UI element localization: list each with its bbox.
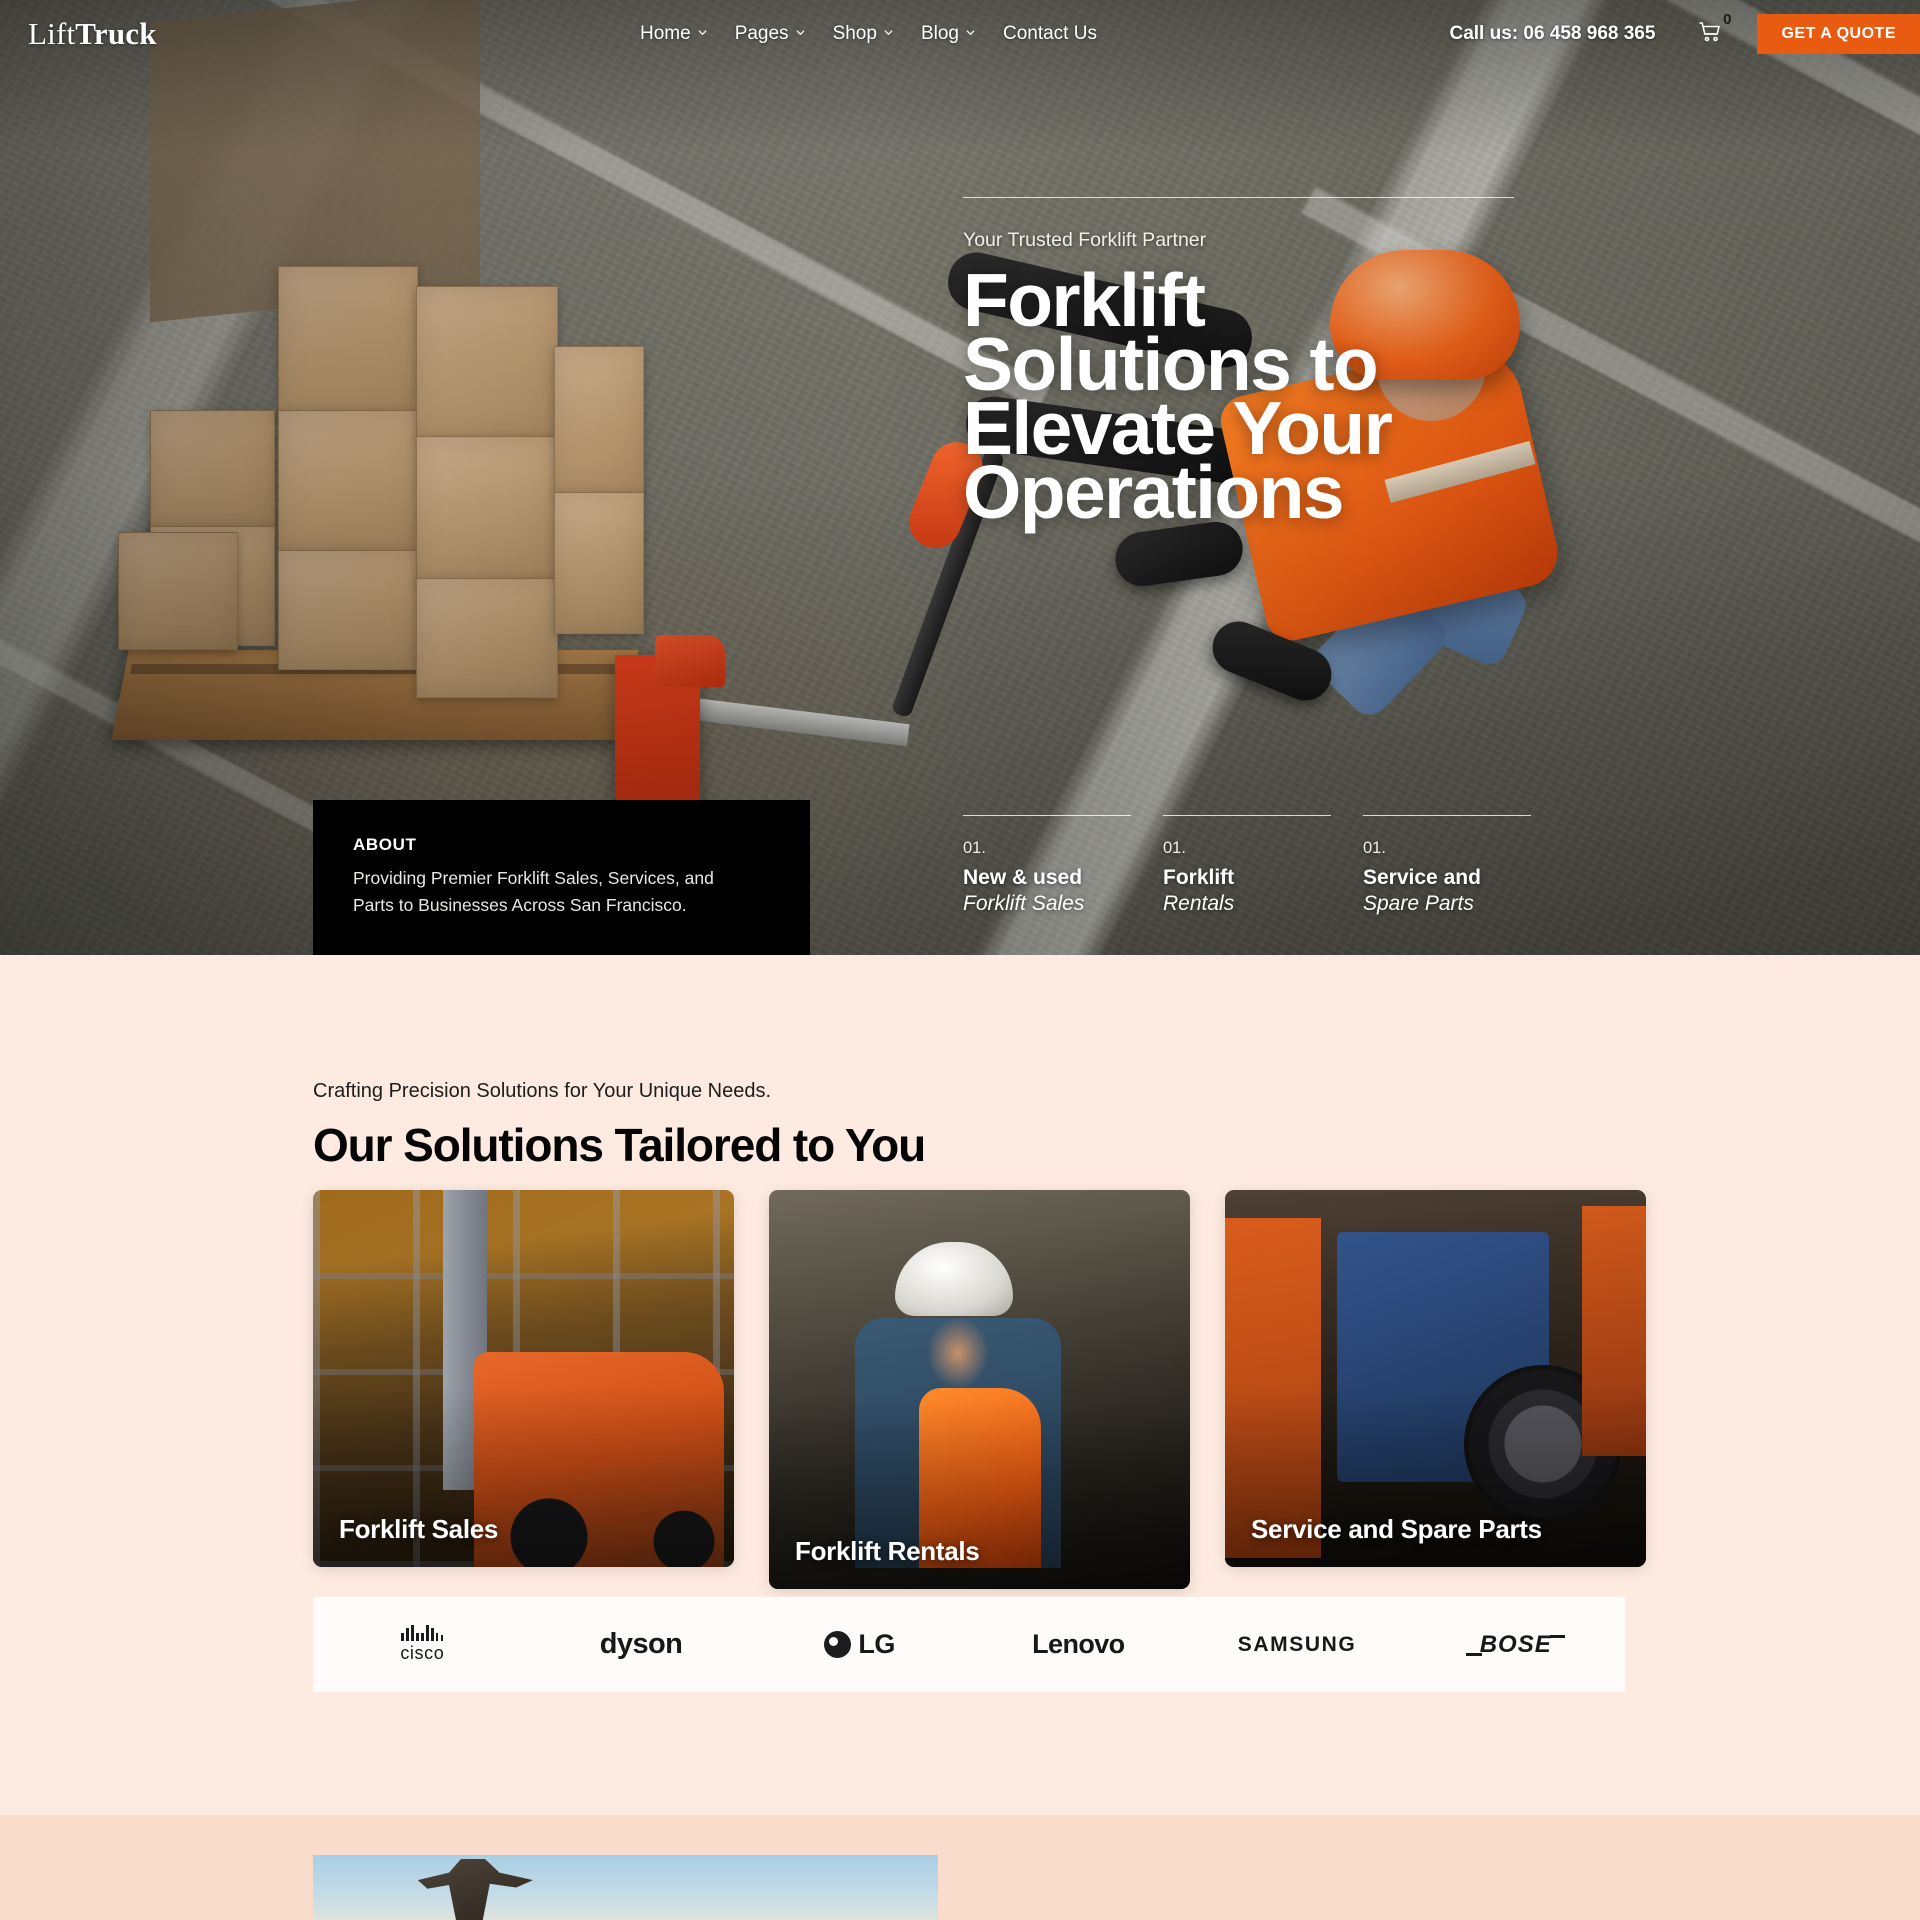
hero-feature-item[interactable]: 01. Forklift Rentals [1163,815,1363,916]
solution-card-service-spare-parts[interactable]: Service and Spare Parts [1225,1190,1646,1567]
solution-card-forklift-rentals[interactable]: Forklift Rentals [769,1190,1190,1589]
brand-name: BOSE [1465,1630,1565,1658]
nav-item-shop[interactable]: Shop [833,23,893,45]
about-label: ABOUT [353,835,417,854]
brand-logo-cisco[interactable]: cisco [313,1625,532,1664]
card-gradient-overlay [1225,1190,1646,1567]
feature-divider [1363,815,1531,816]
solutions-eyebrow: Crafting Precision Solutions for Your Un… [313,1080,772,1102]
nav-item-pages[interactable]: Pages [735,23,805,45]
solutions-heading-block: Crafting Precision Solutions for Your Un… [313,1080,1625,1172]
nav-item-contact-us[interactable]: Contact Us [1003,23,1097,45]
hero-feature-item[interactable]: 01. New & used Forklift Sales [963,815,1163,916]
brand-logo-lenovo[interactable]: Lenovo [969,1629,1188,1660]
next-section-image [313,1855,938,1920]
hero-divider [963,197,1514,198]
hero-feature-item[interactable]: 01. Service and Spare Parts [1363,815,1563,916]
nav-label: Shop [832,23,877,44]
feature-title-line-1: Service and [1363,866,1481,889]
feature-title-line-1: Forklift [1163,866,1235,889]
cart-button[interactable]: 0 [1693,11,1731,51]
feature-title-line-2: Forklift Sales [963,892,1085,915]
brand-logo-dyson[interactable]: dyson [532,1628,751,1661]
card-label: Forklift Rentals [795,1536,980,1566]
solution-card-forklift-sales[interactable]: Forklift Sales [313,1190,734,1567]
site-logo[interactable]: LiftTruck [28,16,157,52]
hero-overlay [0,0,1920,955]
about-panel: ABOUT Providing Premier Forklift Sales, … [313,800,810,955]
brand-name: SAMSUNG [1237,1632,1357,1656]
brand-name: dyson [599,1628,683,1660]
card-label: Service and Spare Parts [1251,1514,1542,1544]
chevron-down-icon [796,28,805,37]
solutions-card-grid: Forklift Sales Forklift Rentals Service … [313,1190,1646,1589]
hero-title-line-4: Operations [963,450,1345,535]
brand-name: cisco [400,1643,445,1663]
feature-title-line-1: New & used [963,866,1083,889]
brand-name: LG [858,1629,895,1659]
top-navigation-bar: LiftTruck Home Pages Shop Blog Contact U… [0,0,1920,68]
nav-item-home[interactable]: Home [640,23,707,45]
cisco-bars-icon [401,1625,444,1641]
nav-label: Pages [734,23,789,44]
brand-logo-bose[interactable]: BOSE [1406,1631,1625,1659]
feature-divider [963,815,1131,816]
get-a-quote-button[interactable]: GET A QUOTE [1757,14,1920,54]
hero-title: Forklift Solutions to Elevate Your Opera… [963,262,1583,535]
chevron-down-icon [884,28,893,37]
card-label: Forklift Sales [339,1514,499,1544]
cart-count-badge: 0 [1723,11,1732,28]
hero-feature-list: 01. New & used Forklift Sales 01. Forkli… [963,815,1563,916]
brand-logo-strip: cisco dyson LG Lenovo SAMSUNG BOSE [313,1597,1625,1692]
hero-section: LiftTruck Home Pages Shop Blog Contact U… [0,0,1920,955]
hero-eyebrow: Your Trusted Forklift Partner [963,229,1207,251]
nav-label: Home [640,23,691,44]
shopping-cart-icon [1698,20,1722,49]
brand-logo-samsung[interactable]: SAMSUNG [1188,1633,1407,1657]
feature-divider [1163,815,1331,816]
chevron-down-icon [966,28,975,37]
brand-logo-lg[interactable]: LG [750,1629,969,1660]
solutions-title: Our Solutions Tailored to You [313,1119,926,1171]
card-gradient-overlay [313,1190,734,1567]
logo-text-lift: Lift [28,16,76,51]
primary-menu: Home Pages Shop Blog Contact Us [640,0,1097,68]
feature-number: 01. [1363,839,1386,857]
nav-label: Blog [920,23,959,44]
brand-name: Lenovo [1032,1629,1125,1659]
feature-title-line-2: Spare Parts [1363,892,1474,915]
feature-title-line-2: Rentals [1163,892,1235,915]
chevron-down-icon [698,28,707,37]
card-gradient-overlay [769,1190,1190,1589]
lg-face-icon [824,1631,852,1658]
feature-number: 01. [1163,839,1186,857]
crane-illustration [417,1859,533,1920]
header-actions: Call us: 06 458 968 365 0 GET A QUOTE [1449,0,1920,68]
next-section-preview [0,1815,1920,1920]
hero-content: Your Trusted Forklift Partner Forklift S… [963,0,1583,535]
nav-label: Contact Us [1002,23,1097,44]
about-text: Providing Premier Forklift Sales, Servic… [353,868,714,916]
logo-text-truck: Truck [75,16,157,51]
phone-number[interactable]: Call us: 06 458 968 365 [1449,23,1655,45]
nav-item-blog[interactable]: Blog [921,23,975,45]
feature-number: 01. [963,839,986,857]
